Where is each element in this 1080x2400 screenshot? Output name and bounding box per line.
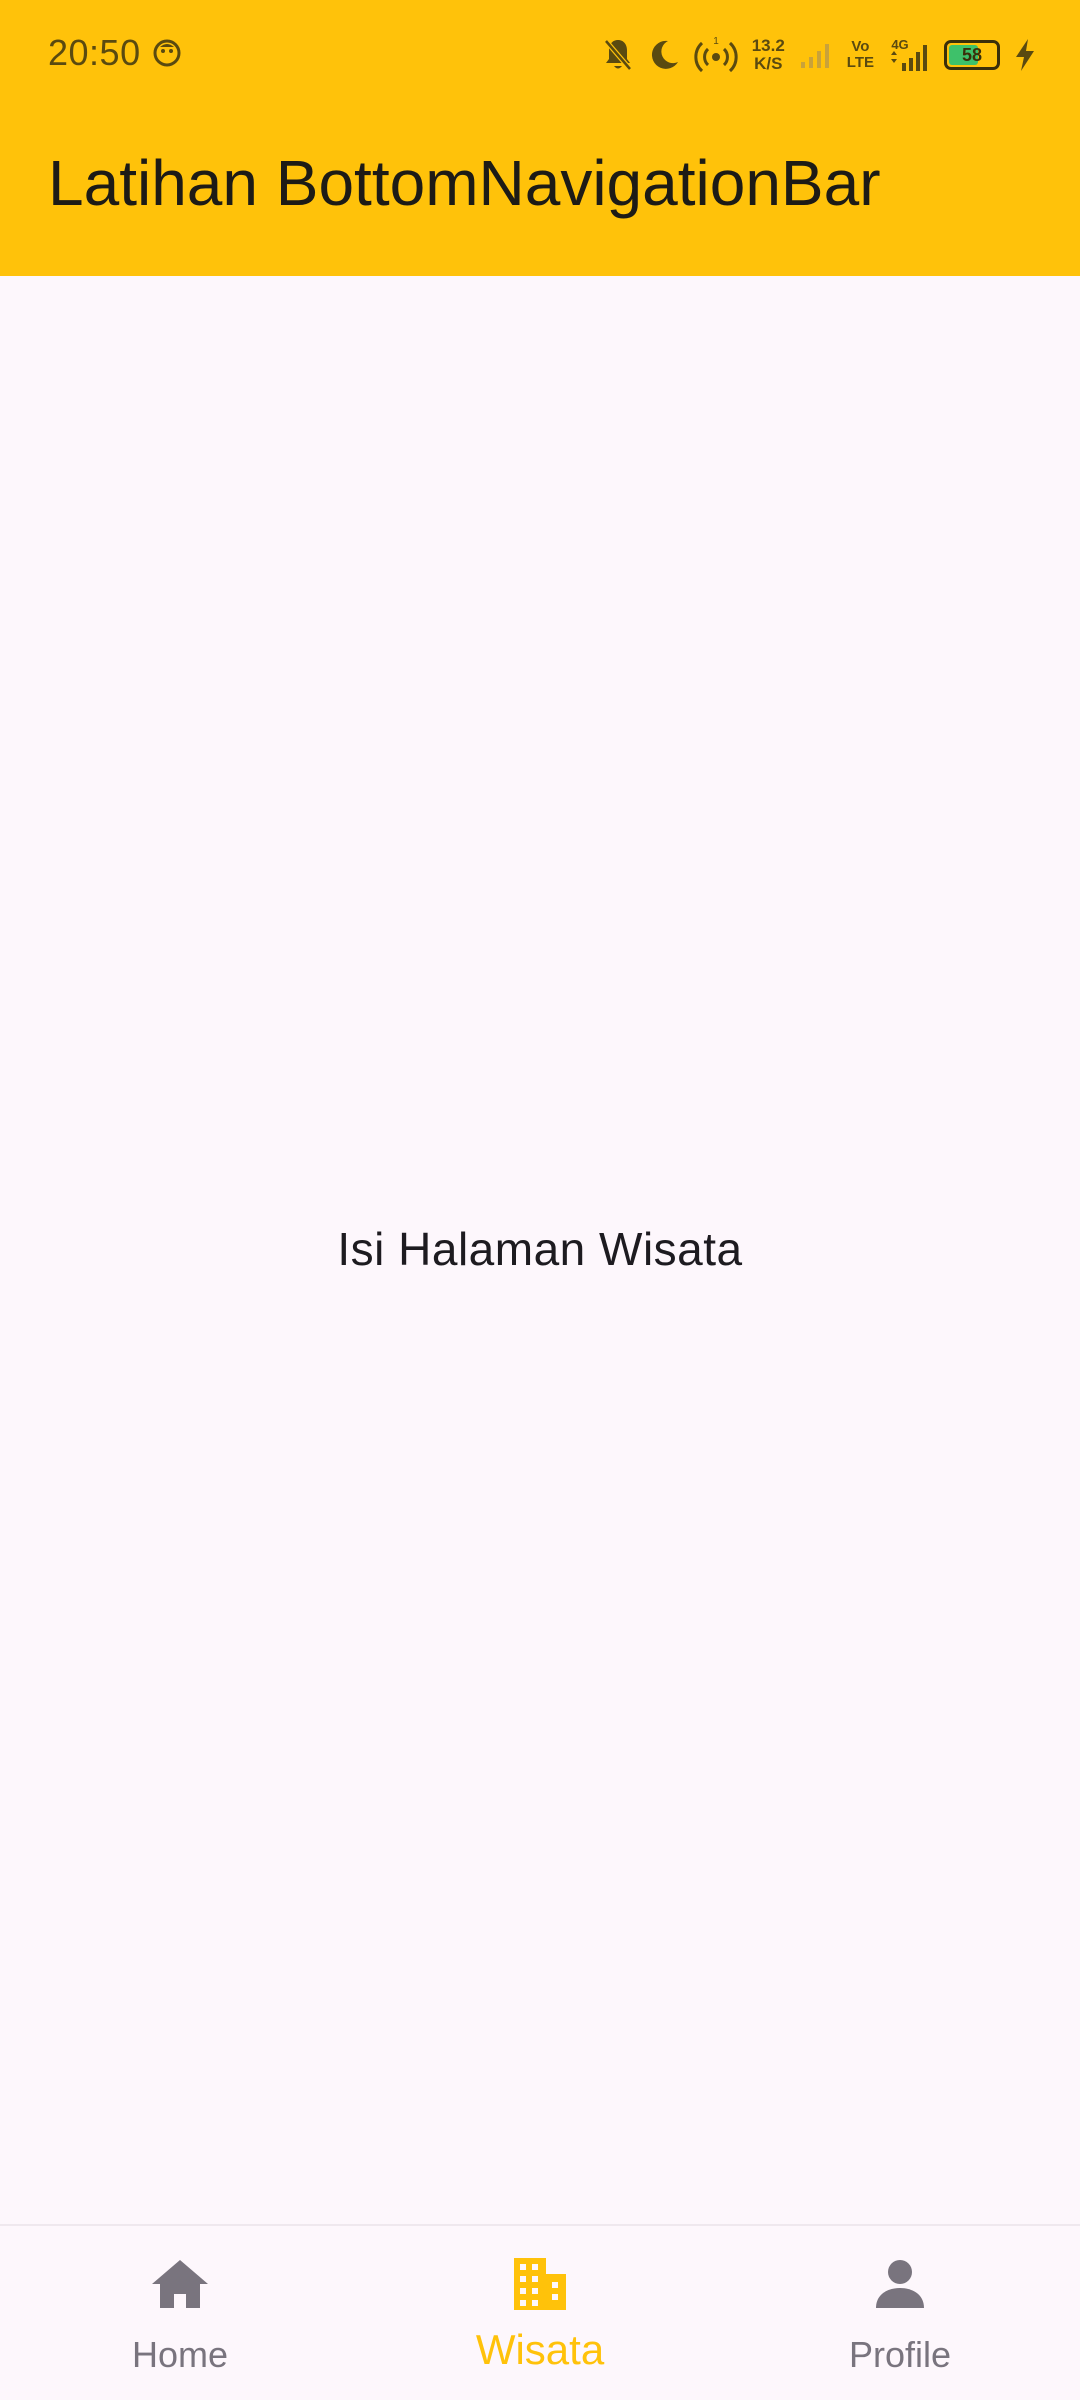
- content-text: Isi Halaman Wisata: [337, 1223, 743, 1275]
- status-time: 20:50: [48, 32, 141, 73]
- page-content: Isi Halaman Wisata: [0, 276, 1080, 2224]
- battery-icon: 58: [944, 40, 1000, 70]
- status-bar: 20:50 1 13.2 K/S Vo LTE 4G 58: [0, 0, 1080, 110]
- nav-label-profile: Profile: [848, 2334, 952, 2375]
- app-screen: 20:50 1 13.2 K/S Vo LTE 4G 58 Latihan Bo…: [0, 0, 1080, 2400]
- apartment-icon: [514, 2258, 566, 2310]
- speed-unit: K/S: [754, 54, 783, 73]
- bell-off-icon: [602, 37, 634, 73]
- app-bar: 20:50 1 13.2 K/S Vo LTE 4G 58 Latihan Bo…: [0, 0, 1080, 276]
- nav-label-home: Home: [131, 2334, 229, 2375]
- bottom-navigation-bar: Home Wisata Profile: [0, 2224, 1080, 2400]
- speed-value: 13.2: [751, 36, 785, 55]
- person-icon: [876, 2260, 924, 2308]
- network-type: 4G: [891, 37, 908, 52]
- page-title: Latihan BottomNavigationBar: [48, 147, 881, 219]
- status-icons: 1 13.2 K/S Vo LTE 4G 58: [602, 30, 1036, 80]
- battery-level: 58: [961, 44, 983, 65]
- signal-4g-icon: 4G: [888, 37, 930, 73]
- nav-label-wisata: Wisata: [475, 2326, 605, 2373]
- nav-item-wisata[interactable]: Wisata: [360, 2226, 720, 2400]
- volte-top: Vo: [851, 38, 870, 55]
- charging-icon: [1014, 38, 1036, 72]
- nav-item-home[interactable]: Home: [0, 2226, 360, 2400]
- hotspot-badge: 1: [713, 36, 719, 47]
- battery-indicator: 58: [944, 40, 1000, 70]
- moon-icon: [648, 38, 680, 72]
- volte-indicator: Vo LTE: [847, 39, 874, 71]
- home-icon: [152, 2260, 208, 2308]
- network-speed: 13.2 K/S: [752, 37, 785, 73]
- signal-weak-icon: [799, 40, 833, 70]
- nav-item-profile[interactable]: Profile: [720, 2226, 1080, 2400]
- emoji-notification-icon: [153, 39, 181, 67]
- volte-bottom: LTE: [846, 54, 874, 71]
- hotspot-icon: 1: [694, 35, 738, 75]
